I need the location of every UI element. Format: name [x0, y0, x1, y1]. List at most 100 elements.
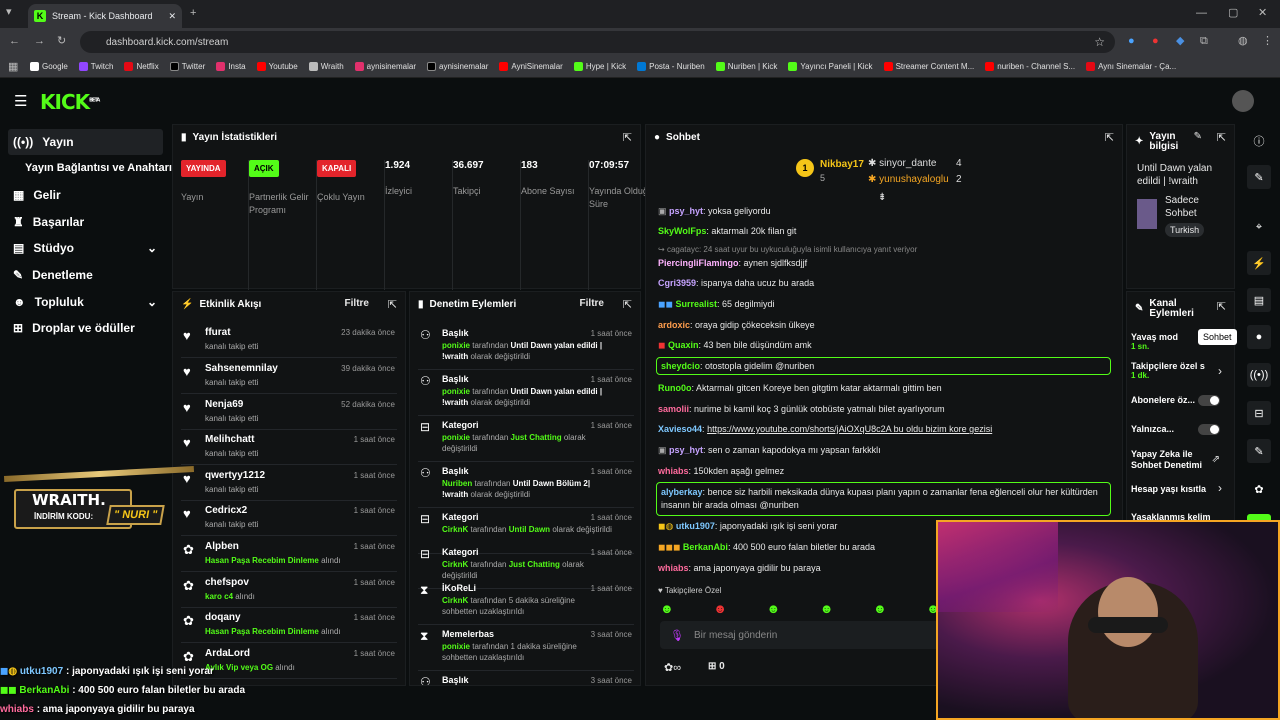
- wrench-icon[interactable]: ✎: [1247, 439, 1271, 463]
- close-tab-icon[interactable]: ✕: [168, 11, 176, 22]
- kick-logo[interactable]: KICKBETA: [40, 90, 100, 114]
- twitter-icon: [427, 62, 437, 71]
- new-tab-icon[interactable]: +: [190, 8, 196, 19]
- bookmark[interactable]: Twitch: [78, 62, 113, 71]
- maximize-icon[interactable]: ▢: [1228, 8, 1238, 19]
- bookmark[interactable]: Twitter: [169, 62, 205, 71]
- emote-only-toggle[interactable]: [1198, 424, 1220, 435]
- broadcast-icon[interactable]: ((•)): [1247, 363, 1271, 387]
- chat-message-highlighted: alyberkay: bence siz harbili meksikada d…: [656, 482, 1111, 516]
- bookmark[interactable]: Insta: [216, 62, 246, 71]
- sidebar-item-community[interactable]: ☻ Topluluk ⌄: [8, 289, 163, 315]
- chat-bubble-icon[interactable]: ●: [1247, 325, 1271, 349]
- popout-icon[interactable]: ⇱: [1105, 131, 1114, 144]
- browser-menu-icon[interactable]: ⋮: [1262, 36, 1273, 47]
- chat-message: SkyWolFps: aktarmalı 20k filan git: [658, 226, 797, 236]
- emote-icon[interactable]: ☻: [713, 601, 727, 616]
- followers-only-setting[interactable]: Takipçilere özel s1 dk.: [1131, 361, 1211, 380]
- expand-leaderboard-icon[interactable]: ⇟: [878, 192, 886, 203]
- bookmark[interactable]: Nuriben | Kick: [715, 62, 777, 71]
- sidebar-item-achievements[interactable]: ♜ Başarılar: [8, 209, 163, 235]
- emote-icon[interactable]: ☻: [767, 601, 781, 616]
- info-icon[interactable]: ⓘ: [1247, 129, 1271, 153]
- edit-icon[interactable]: ✎: [1194, 131, 1202, 142]
- chevron-right-icon[interactable]: ›: [1218, 364, 1222, 378]
- sidebar-item-studio[interactable]: ▤ Stüdyo ⌄: [8, 235, 163, 261]
- bookmark[interactable]: aynisinemalar: [427, 62, 488, 71]
- bookmark[interactable]: AyniSinemalar: [499, 62, 563, 71]
- bolt-icon[interactable]: ⚡: [1247, 251, 1271, 275]
- bookmark[interactable]: Yayıncı Paneli | Kick: [788, 62, 873, 71]
- info-icon: ✦: [1135, 136, 1144, 147]
- panel-title: Denetim Eylemleri: [429, 299, 517, 310]
- hamburger-menu-icon[interactable]: ☰: [14, 92, 27, 110]
- emote-icon[interactable]: ☻: [660, 601, 674, 616]
- bookmark[interactable]: Netflix: [124, 62, 159, 71]
- bookmark[interactable]: Hype | Kick: [573, 62, 626, 71]
- points-icon[interactable]: ✿∞: [664, 661, 681, 674]
- forward-icon[interactable]: →: [34, 36, 45, 47]
- microphone-icon[interactable]: 🎙: [670, 629, 684, 642]
- edit-icon[interactable]: ✎: [1247, 165, 1271, 189]
- popout-icon[interactable]: ⇱: [1217, 300, 1226, 313]
- badge-icon: ◼◍: [658, 521, 676, 531]
- bookmark[interactable]: Streamer Content M...: [883, 62, 974, 71]
- external-link-icon[interactable]: ⇗: [1212, 454, 1220, 465]
- url-field[interactable]: dashboard.kick.com/stream ☆: [80, 31, 1115, 53]
- moderation-actions-panel: ▮ Denetim Eylemleri Filtre ⇱ ⚇ Başlık 1 saa…: [409, 291, 641, 686]
- chevron-right-icon[interactable]: ›: [1218, 481, 1222, 495]
- back-icon[interactable]: ←: [9, 36, 20, 47]
- bookmark[interactable]: aynisinemalar: [354, 62, 416, 71]
- shield-icon[interactable]: ◆: [1176, 36, 1184, 47]
- stat-viewers: 1.924 İzleyici: [385, 160, 453, 290]
- close-window-icon[interactable]: ✕: [1258, 8, 1267, 19]
- subscribers-only-toggle[interactable]: [1198, 395, 1220, 406]
- bookmark[interactable]: Youtube: [256, 62, 298, 71]
- followers-only-indicator: ♥ Takipçilere Özel: [658, 586, 722, 595]
- bookmark[interactable]: Posta - Nuriben: [637, 62, 705, 71]
- popout-icon[interactable]: ⇱: [388, 298, 397, 311]
- minimize-icon[interactable]: —: [1196, 8, 1207, 19]
- filter-button[interactable]: Filtre: [580, 298, 604, 309]
- profile-icon[interactable]: ◍: [1238, 36, 1248, 47]
- extension-icon[interactable]: ●: [1152, 36, 1159, 47]
- popout-icon[interactable]: ⇱: [623, 298, 632, 311]
- sidebar-item-revenue[interactable]: ▦ Gelir: [8, 182, 163, 208]
- apps-grid-icon[interactable]: ▦: [8, 62, 18, 73]
- gifter-2[interactable]: ✱ sinyor_dante: [868, 158, 936, 169]
- bookmark[interactable]: Google: [30, 62, 68, 71]
- bookmark-star-icon[interactable]: ☆: [1094, 35, 1105, 49]
- file-icon[interactable]: ▤: [1247, 288, 1271, 312]
- hourglass-icon: ⧗: [420, 583, 429, 597]
- bookmark[interactable]: Wraith: [308, 62, 344, 71]
- sidebar-item-stream-key[interactable]: Yayın Bağlantısı ve Anahtarı: [20, 155, 175, 181]
- instagram-icon: [354, 62, 364, 71]
- sidebar-item-moderation[interactable]: ✎ Denetleme: [8, 262, 163, 288]
- bookmark[interactable]: nuriben - Channel S...: [985, 62, 1075, 71]
- emote-icon[interactable]: ☻: [873, 601, 887, 616]
- user-avatar[interactable]: [1232, 90, 1254, 112]
- extension-icon[interactable]: ●: [1128, 36, 1135, 47]
- bookmark[interactable]: Aynı Sinemalar - Ça...: [1086, 62, 1176, 71]
- ai-moderation-setting[interactable]: Yapay Zeka ile Sohbet Denetimi: [1131, 449, 1211, 471]
- slow-mode-setting[interactable]: Yavaş mod 1 sn.: [1131, 332, 1178, 351]
- focus-icon[interactable]: ⌖: [1247, 215, 1271, 239]
- inbox-icon[interactable]: ⊟: [1247, 401, 1271, 425]
- twitch-icon: [78, 62, 88, 71]
- extensions-puzzle-icon[interactable]: ⧉: [1200, 36, 1208, 47]
- sidebar-item-stream[interactable]: ((•)) Yayın: [8, 129, 163, 155]
- emote-icon[interactable]: ☻: [820, 601, 834, 616]
- reload-icon[interactable]: ↻: [57, 36, 66, 47]
- community-icon[interactable]: ✿: [1247, 477, 1271, 501]
- account-age-setting[interactable]: Hesap yaşı kısıtla: [1131, 484, 1206, 494]
- popout-icon[interactable]: ⇱: [1217, 131, 1226, 144]
- reward-icon: ✿: [183, 578, 194, 593]
- tab-search-icon[interactable]: ▾: [6, 7, 12, 18]
- sidebar-item-drops[interactable]: ⊞ Droplar ve ödüller: [8, 315, 163, 341]
- browser-tab[interactable]: K Stream - Kick Dashboard ✕: [28, 4, 182, 28]
- filter-button[interactable]: Filtre: [345, 298, 369, 309]
- gifter-3[interactable]: ✱ yunushayaloglu: [868, 174, 949, 185]
- top-gifter-name[interactable]: Nikbay17: [820, 159, 864, 170]
- gift-counter[interactable]: ⊞ 0: [708, 661, 725, 672]
- popout-icon[interactable]: ⇱: [623, 131, 632, 144]
